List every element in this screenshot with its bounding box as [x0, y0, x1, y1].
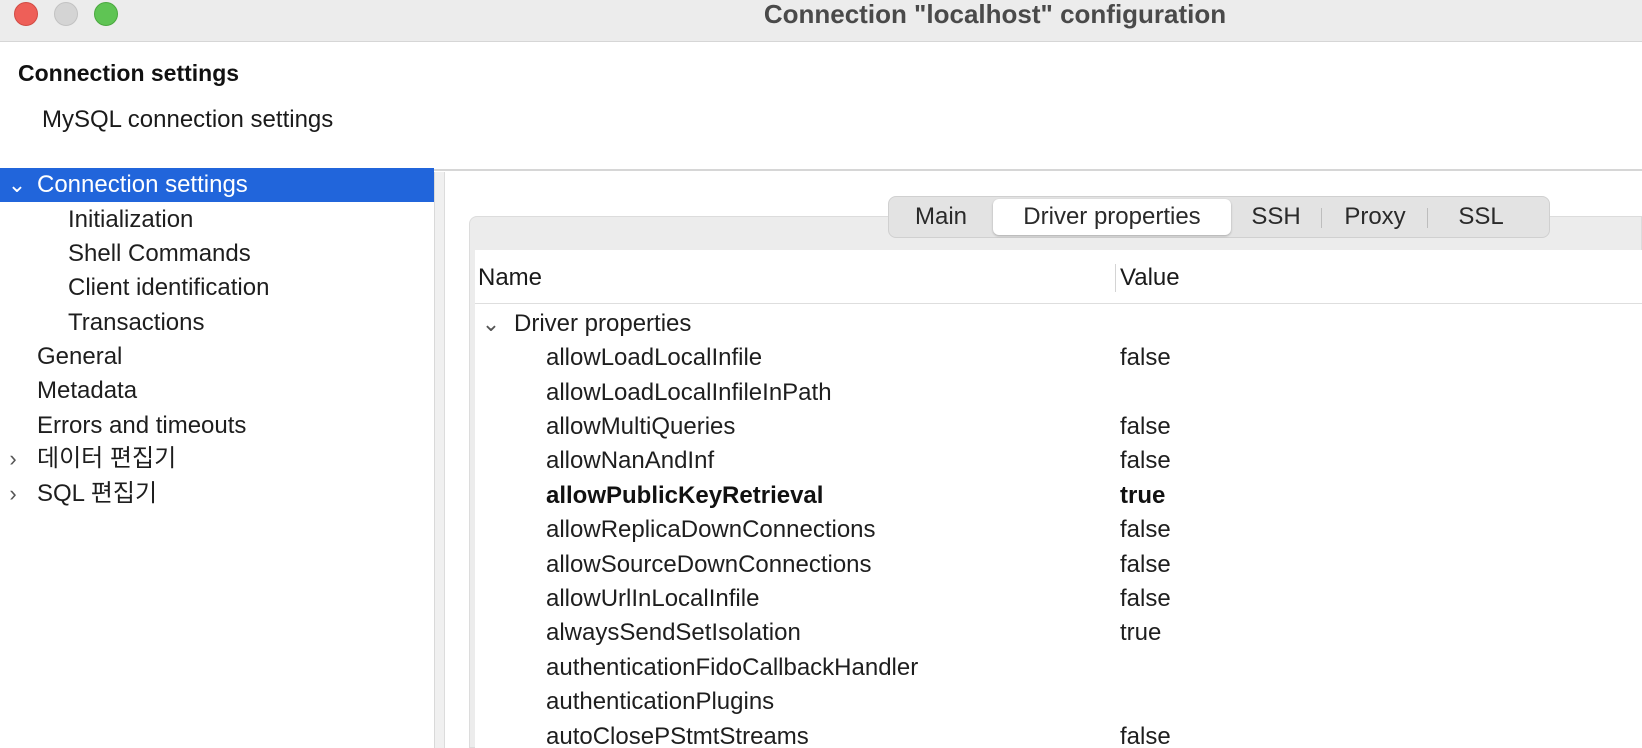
tree-item-label: Transactions [68, 309, 205, 336]
page-title: Connection settings [18, 60, 240, 86]
property-value[interactable]: false [1120, 581, 1171, 617]
property-value[interactable]: false [1120, 443, 1171, 479]
table-row[interactable]: authenticationPlugins [475, 684, 1642, 720]
tab-proxy[interactable]: Proxy [1325, 199, 1425, 235]
property-name: allowSourceDownConnections [546, 551, 872, 578]
property-value[interactable]: false [1120, 512, 1171, 548]
close-window-button[interactable] [14, 2, 38, 26]
page-header: Connection settings MySQL connection set… [0, 42, 1642, 171]
property-name: autoClosePStmtStreams [546, 723, 809, 748]
table-row[interactable]: allowLoadLocalInfile false [475, 340, 1642, 376]
tree-item-shell-commands[interactable]: Shell Commands [0, 237, 434, 271]
property-name: allowPublicKeyRetrieval [546, 482, 824, 509]
property-value[interactable]: false [1120, 547, 1171, 583]
column-header-name[interactable]: Name [478, 250, 542, 304]
table-header: Name Value [475, 250, 1642, 304]
tree-item-data-editor[interactable]: › 데이터 편집기 [0, 442, 434, 476]
column-header-value[interactable]: Value [1120, 250, 1180, 304]
tab-driver-properties[interactable]: Driver properties [993, 199, 1231, 235]
property-name: allowMultiQueries [546, 413, 736, 440]
table-row[interactable]: allowUrlInLocalInfile false [475, 581, 1642, 617]
chevron-right-icon[interactable]: › [2, 442, 24, 476]
tree-item-client-identification[interactable]: Client identification [0, 271, 434, 305]
property-value[interactable]: false [1120, 340, 1171, 376]
property-name: authenticationFidoCallbackHandler [546, 654, 919, 681]
column-divider[interactable] [1115, 264, 1116, 292]
tree-item-metadata[interactable]: Metadata [0, 374, 434, 408]
pane-splitter[interactable] [435, 172, 445, 748]
tab-ssl[interactable]: SSL [1431, 199, 1531, 235]
property-value[interactable]: false [1120, 409, 1171, 445]
table-row[interactable]: alwaysSendSetIsolation true [475, 615, 1642, 651]
table-row[interactable]: allowMultiQueries false [475, 409, 1642, 445]
chevron-down-icon[interactable]: ⌄ [6, 168, 28, 202]
window-title: Connection "localhost" configuration [763, 0, 1227, 29]
tree-item-initialization[interactable]: Initialization [0, 203, 434, 237]
tree-item-label: 데이터 편집기 [37, 445, 177, 472]
chevron-down-icon[interactable]: ⌄ [479, 306, 503, 342]
property-name: allowReplicaDownConnections [546, 516, 876, 543]
property-name: allowLoadLocalInfile [546, 344, 763, 371]
property-value[interactable]: true [1120, 478, 1165, 514]
chevron-right-icon[interactable]: › [2, 477, 24, 511]
property-name: allowNanAndInf [546, 447, 715, 474]
tab-main[interactable]: Main [891, 199, 991, 235]
property-name: alwaysSendSetIsolation [546, 619, 801, 646]
table-row[interactable]: allowReplicaDownConnections false [475, 512, 1642, 548]
tab-divider [1321, 208, 1322, 228]
tree-item-connection-settings[interactable]: ⌄ Connection settings [0, 168, 434, 202]
tree-item-label: Metadata [37, 377, 138, 404]
tree-item-sql-editor[interactable]: › SQL 편집기 [0, 477, 434, 511]
table-row-modified[interactable]: allowPublicKeyRetrieval true [475, 478, 1642, 514]
title-bar: Connection "localhost" configuration [0, 0, 1642, 42]
table-row[interactable]: allowSourceDownConnections false [475, 547, 1642, 583]
driver-properties-table: Name Value ⌄ Driver properties allowLoad… [475, 250, 1642, 748]
tree-item-transactions[interactable]: Transactions [0, 306, 434, 340]
table-row[interactable]: allowNanAndInf false [475, 443, 1642, 479]
property-name: authenticationPlugins [546, 688, 775, 715]
tree-item-label: SQL 편집기 [37, 480, 158, 507]
tree-item-label: Errors and timeouts [37, 412, 247, 439]
property-value[interactable]: false [1120, 719, 1171, 748]
tree-item-label: General [37, 343, 123, 370]
page-description: MySQL connection settings [42, 106, 334, 133]
tree-item-general[interactable]: General [0, 340, 434, 374]
table-row[interactable]: authenticationFidoCallbackHandler [475, 650, 1642, 686]
property-name: allowUrlInLocalInfile [546, 585, 760, 612]
tab-ssh[interactable]: SSH [1233, 199, 1319, 235]
property-name: allowLoadLocalInfileInPath [546, 379, 832, 406]
group-label: Driver properties [514, 310, 692, 337]
tab-divider [1427, 208, 1428, 228]
minimize-window-button[interactable] [54, 2, 78, 26]
table-row[interactable]: autoClosePStmtStreams false [475, 719, 1642, 748]
tree-item-label: Initialization [68, 206, 194, 233]
tree-item-label: Connection settings [37, 171, 248, 198]
table-row[interactable]: allowLoadLocalInfileInPath [475, 375, 1642, 411]
tree-item-errors-and-timeouts[interactable]: Errors and timeouts [0, 409, 434, 443]
tree-item-label: Client identification [68, 274, 270, 301]
tab-bar: Main Driver properties SSH Proxy SSL [888, 196, 1550, 238]
maximize-window-button[interactable] [94, 2, 118, 26]
property-value[interactable]: true [1120, 615, 1161, 651]
tree-item-label: Shell Commands [68, 240, 251, 267]
settings-navigation-tree: ⌄ Connection settings Initialization She… [0, 168, 435, 748]
table-group-row[interactable]: ⌄ Driver properties [475, 306, 1642, 342]
